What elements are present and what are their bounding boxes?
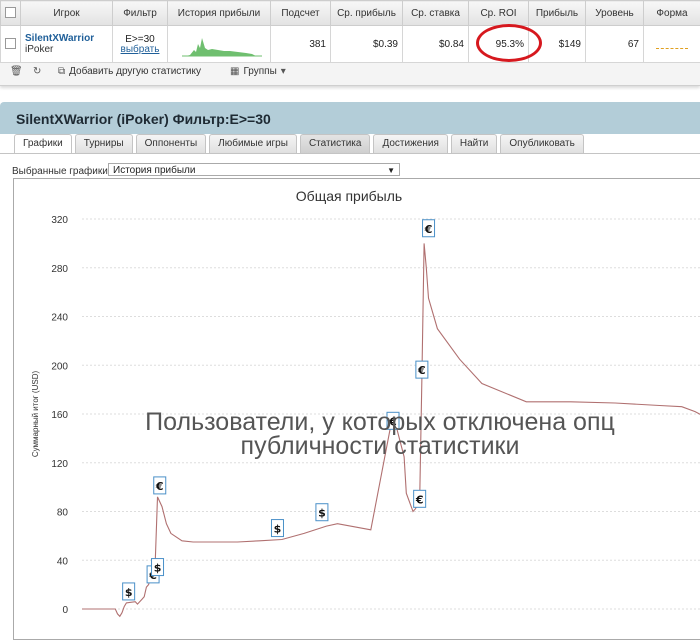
row-select[interactable]	[1, 26, 21, 63]
header-avg-roi[interactable]: Ср. ROI	[469, 1, 529, 26]
add-stat-button[interactable]: ⧉ Добавить другую статистику	[58, 66, 201, 77]
achievement-marker[interactable]: €	[414, 490, 426, 507]
achievement-marker[interactable]: €	[416, 361, 428, 378]
chart-selector-value: История прибыли	[113, 165, 195, 176]
chevron-down-icon: ▾	[281, 66, 286, 77]
header-avg-stake[interactable]: Ср. ставка	[403, 1, 469, 26]
achievement-marker[interactable]: €	[154, 477, 166, 494]
header-profit[interactable]: Прибыль	[529, 1, 586, 26]
header-form[interactable]: Форма	[644, 1, 700, 26]
y-tick-label: 160	[51, 410, 68, 421]
chart-selector-dropdown[interactable]: История прибыли ▼	[108, 163, 400, 176]
tab-find[interactable]: Найти	[451, 134, 498, 153]
marker-label: $	[154, 562, 162, 575]
panel-tabs: Графики Турниры Оппоненты Любимые игры С…	[14, 134, 584, 154]
count-value: 381	[271, 26, 331, 63]
marker-label: €	[417, 364, 426, 377]
y-tick-label: 240	[51, 313, 68, 324]
y-tick-label: 320	[51, 215, 68, 226]
marker-label: €	[155, 480, 164, 493]
filter-select-link[interactable]: выбрать	[117, 45, 163, 54]
groups-dropdown[interactable]: ▦ Группы ▾	[230, 66, 286, 77]
marker-label: $	[318, 507, 326, 520]
achievement-marker[interactable]: $	[271, 520, 283, 537]
tab-opponents[interactable]: Оппоненты	[136, 134, 207, 153]
chart-selector-label: Выбранные графики:	[12, 166, 111, 177]
trash-icon[interactable]: 🗑	[10, 66, 23, 77]
checkbox-icon[interactable]	[5, 7, 16, 18]
tab-statistics[interactable]: Статистика	[300, 134, 371, 153]
profit-history-cell	[168, 26, 271, 63]
tab-favorite-games[interactable]: Любимые игры	[209, 134, 297, 153]
y-tick-label: 80	[57, 508, 69, 519]
achievement-marker[interactable]: $	[123, 583, 135, 600]
avg-profit-value: $0.39	[331, 26, 403, 63]
form-indicator	[656, 48, 688, 49]
copy-icon: ⧉	[58, 66, 65, 77]
level-value: 67	[586, 26, 644, 63]
achievement-marker[interactable]: €	[387, 412, 399, 429]
tab-publish[interactable]: Опубликовать	[500, 134, 583, 153]
y-axis-label: Суммарный итог (USD)	[31, 371, 40, 458]
header-filter[interactable]: Фильтр	[113, 1, 168, 26]
y-tick-label: 0	[62, 605, 68, 616]
profit-value: $149	[529, 26, 586, 63]
achievement-marker[interactable]: $	[316, 504, 328, 521]
tab-charts[interactable]: Графики	[14, 134, 72, 154]
profit-history-sparkline	[172, 28, 268, 58]
header-avg-profit[interactable]: Ср. прибыль	[331, 1, 403, 26]
filter-cell: E>=30 выбрать	[113, 26, 168, 63]
panel-title: SilentXWarrior (iPoker) Фильтр:E>=30	[16, 111, 271, 127]
stats-table-panel: Игрок Фильтр История прибыли Подсчет Ср.…	[0, 0, 700, 86]
player-site: iPoker	[25, 44, 108, 55]
marker-label: €	[415, 493, 424, 506]
avg-roi-value: 95.3%	[469, 26, 529, 63]
add-stat-label: Добавить другую статистику	[69, 66, 201, 77]
tab-achievements[interactable]: Достижения	[373, 134, 447, 153]
marker-label: $	[274, 523, 282, 536]
player-panel-header: SilentXWarrior (iPoker) Фильтр:E>=30	[0, 102, 700, 134]
y-tick-label: 280	[51, 264, 68, 275]
player-cell: SilentXWarrior iPoker	[21, 26, 113, 63]
header-level[interactable]: Уровень	[586, 1, 644, 26]
sparkline-area	[186, 38, 256, 56]
chart-frame: Общая прибыль Суммарный итог (USD) 0 40 80 12…	[13, 178, 700, 640]
y-tick-label: 40	[57, 556, 69, 567]
y-tick-label: 200	[51, 361, 68, 372]
table-row: SilentXWarrior iPoker E>=30 выбрать 381 …	[1, 26, 700, 63]
player-name-link[interactable]: SilentXWarrior	[25, 33, 108, 44]
marker-label: €	[388, 415, 397, 428]
form-cell	[644, 26, 700, 63]
tab-tournaments[interactable]: Турниры	[75, 134, 133, 153]
avg-stake-value: $0.84	[403, 26, 469, 63]
header-select-all[interactable]	[1, 1, 21, 26]
groups-label: Группы	[243, 66, 276, 77]
y-tick-label: 120	[51, 459, 68, 470]
achievement-marker[interactable]: $	[152, 559, 164, 576]
refresh-icon[interactable]: ↻	[33, 66, 41, 77]
marker-label: €	[424, 223, 433, 236]
header-profit-history[interactable]: История прибыли	[168, 1, 271, 26]
profit-chart: Общая прибыль Суммарный итог (USD) 0 40 80 12…	[14, 179, 700, 639]
chart-title: Общая прибыль	[296, 188, 402, 204]
dropdown-arrow-icon: ▼	[387, 164, 395, 177]
achievement-marker[interactable]: €	[423, 220, 435, 237]
table-toolbar: 🗑 ↻ ⧉ Добавить другую статистику ▦ Групп…	[0, 62, 700, 84]
stats-table: Игрок Фильтр История прибыли Подсчет Ср.…	[0, 0, 700, 63]
checkbox-icon[interactable]	[5, 38, 16, 49]
header-player[interactable]: Игрок	[21, 1, 113, 26]
table-header-row: Игрок Фильтр История прибыли Подсчет Ср.…	[1, 1, 700, 26]
marker-label: $	[125, 586, 133, 599]
header-count[interactable]: Подсчет	[271, 1, 331, 26]
folder-icon: ▦	[230, 66, 239, 77]
